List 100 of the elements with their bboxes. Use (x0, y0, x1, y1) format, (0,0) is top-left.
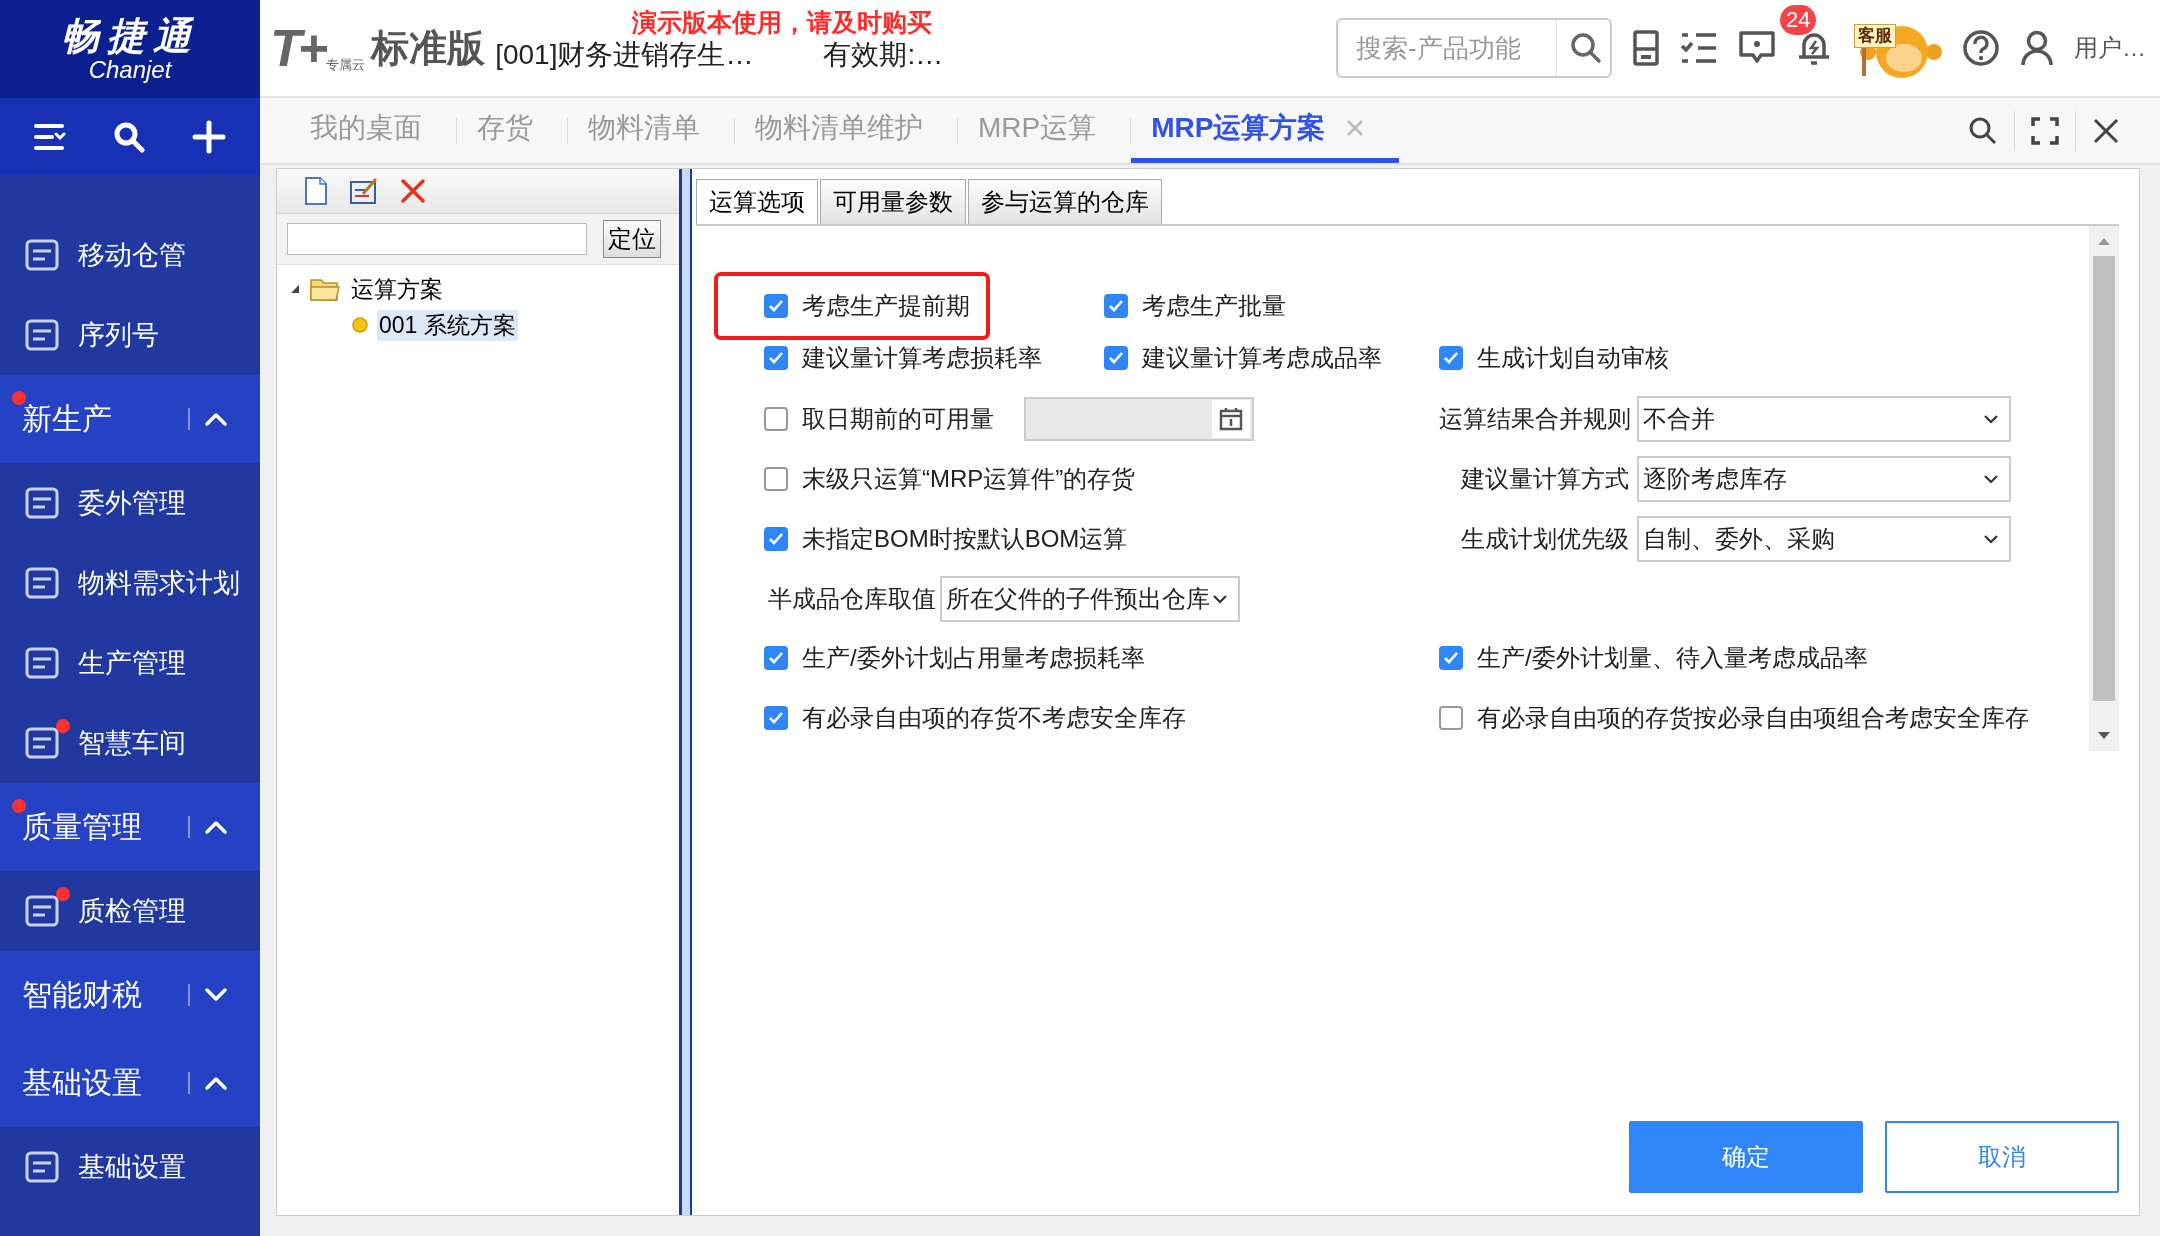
search-icon[interactable] (1569, 31, 1603, 65)
search-field[interactable]: 搜索-产品功能 (1336, 18, 1612, 78)
help-icon[interactable] (1962, 29, 2000, 67)
dropdown[interactable]: 不合并 (1637, 396, 2011, 442)
checklist-icon[interactable] (1680, 31, 1718, 65)
tree-item[interactable]: 运算方案 (349, 273, 445, 305)
search-icon[interactable] (113, 120, 145, 153)
customer-service-label[interactable]: 客服 (1854, 24, 1896, 48)
locate-button[interactable]: 定位 (603, 220, 661, 258)
dropdown[interactable]: 逐阶考虑库存 (1637, 456, 2011, 502)
field-label: 建议量计算方式 (1460, 464, 1629, 494)
edit-icon[interactable] (349, 176, 379, 206)
checkbox-option[interactable]: 考虑生产批量 (1104, 284, 1286, 328)
locate-field[interactable] (287, 223, 587, 255)
message-icon[interactable] (1738, 30, 1776, 66)
dropdown[interactable]: 自制、委外、采购 (1637, 516, 2011, 562)
checkbox[interactable] (764, 346, 788, 370)
checkbox[interactable] (764, 527, 788, 551)
field-label: 运算结果合并规则 (1439, 404, 1629, 434)
dropdown[interactable]: 所在父件的子件预出仓库 (940, 576, 1240, 622)
checkbox-option[interactable]: 建议量计算考虑损耗率 (764, 336, 1042, 380)
checkmark-icon (1108, 299, 1124, 313)
checkbox-option[interactable]: 生产/委外计划占用量考虑损耗率 (764, 636, 1145, 680)
product-subtitle: 专属云 (326, 56, 366, 74)
checkbox[interactable] (764, 706, 788, 730)
checkmark-icon (1443, 651, 1459, 665)
tab[interactable]: 运算选项 (696, 179, 818, 224)
sidebar-item[interactable]: 生产管理 (0, 623, 260, 703)
sidebar-item[interactable]: 移动仓管 (0, 215, 260, 295)
sidebar-item[interactable]: 物料需求计划 (0, 543, 260, 623)
expanded-triangle-icon[interactable] (289, 283, 301, 295)
scrollbar-thumb[interactable] (2093, 256, 2115, 701)
sidebar-item[interactable]: 委外管理 (0, 463, 260, 543)
highlighted-checkbox[interactable]: 考虑生产提前期 (718, 276, 986, 336)
checkbox-option[interactable]: 未指定BOM时按默认BOM运算 (764, 517, 1128, 561)
fullscreen-icon[interactable] (2031, 116, 2059, 145)
checkbox[interactable] (764, 646, 788, 670)
logo-subtitle: Chanjet (88, 57, 172, 82)
checkbox[interactable] (1439, 346, 1463, 370)
calendar-icon[interactable] (1212, 400, 1250, 438)
checkbox[interactable] (764, 407, 788, 431)
sidebar-item[interactable]: 基础设置 (0, 1127, 260, 1207)
search-icon[interactable] (1968, 115, 1998, 146)
chevron-up-icon (204, 1075, 228, 1091)
checkmark-icon (1108, 351, 1124, 365)
checkbox-option[interactable]: 建议量计算考虑成品率 (1104, 336, 1382, 380)
tab[interactable]: 可用量参数 (820, 179, 966, 224)
user-icon[interactable] (2020, 29, 2054, 67)
chevron-down-icon (1212, 594, 1228, 604)
checkmark-icon (768, 651, 784, 665)
sidebar-group[interactable]: 基础设置 (0, 1039, 260, 1127)
sidebar-group[interactable]: 智能财税 (0, 951, 260, 1039)
sidebar-item[interactable]: 序列号 (0, 295, 260, 375)
checkbox[interactable] (1104, 294, 1128, 318)
panel-splitter[interactable] (679, 169, 692, 1215)
checkmark-icon (768, 711, 784, 725)
checkbox[interactable] (1104, 346, 1128, 370)
close-icon[interactable] (2092, 116, 2120, 145)
logo-title: 畅捷通 (61, 16, 199, 58)
checkmark-icon (1443, 351, 1459, 365)
field-label: 生成计划优先级 (1460, 524, 1629, 554)
sidebar-item[interactable]: 智慧车间 (0, 703, 260, 783)
scroll-down-icon[interactable] (2097, 731, 2111, 741)
folder-icon (309, 276, 341, 302)
checkbox[interactable] (764, 294, 788, 318)
tab[interactable]: 参与运算的仓库 (968, 179, 1162, 224)
chevron-down-icon (1983, 414, 1999, 424)
cancel-button[interactable]: 取消 (1885, 1121, 2119, 1193)
tab[interactable]: MRP运算方案 (1131, 98, 1400, 163)
demo-notice: 演示版本使用，请及时购买 (632, 7, 932, 38)
notification-dot (12, 391, 26, 405)
sidebar-group[interactable]: 质量管理 (0, 783, 260, 871)
confirm-button[interactable]: 确定 (1629, 1121, 1863, 1193)
user-name[interactable]: 用户… (2074, 32, 2146, 64)
chevron-up-icon (204, 819, 228, 835)
notification-badge: 24 (1780, 5, 1817, 35)
checkbox-option[interactable]: 生产/委外计划量、待入量考虑成品率 (1439, 636, 1868, 680)
sidebar-item[interactable]: 质检管理 (0, 871, 260, 951)
checkbox-option[interactable]: 有必录自由项的存货按必录自由项组合考虑安全库存 (1439, 696, 2029, 740)
delete-icon[interactable] (399, 177, 427, 205)
checkbox-option[interactable]: 有必录自由项的存货不考虑安全库存 (764, 696, 1186, 740)
account-name: [001]财务进销存生… (495, 38, 754, 72)
sidebar-group[interactable]: 新生产 (0, 375, 260, 463)
chevron-down-icon (1983, 474, 1999, 484)
checkbox[interactable] (1439, 646, 1463, 670)
checkmark-icon (768, 532, 784, 546)
tree-item[interactable]: 001 系统方案 (377, 309, 518, 341)
chevron-down-icon (1983, 534, 1999, 544)
edition-label: 标准版 (371, 25, 486, 71)
checkmark-icon (768, 351, 784, 365)
checkbox-option[interactable]: 生成计划自动审核 (1439, 336, 1669, 380)
checkbox[interactable] (764, 467, 788, 491)
checkbox-option[interactable]: 取日期前的可用量 (764, 397, 994, 441)
add-icon[interactable] (192, 119, 227, 154)
menu-icon[interactable] (33, 122, 66, 151)
new-document-icon[interactable] (303, 176, 329, 206)
checkbox-option[interactable]: 末级只运算“MRP运算件”的存货 (764, 457, 1136, 501)
calculator-icon[interactable] (1632, 29, 1660, 67)
field-label: 半成品仓库取值 (768, 584, 936, 614)
checkbox[interactable] (1439, 706, 1463, 730)
